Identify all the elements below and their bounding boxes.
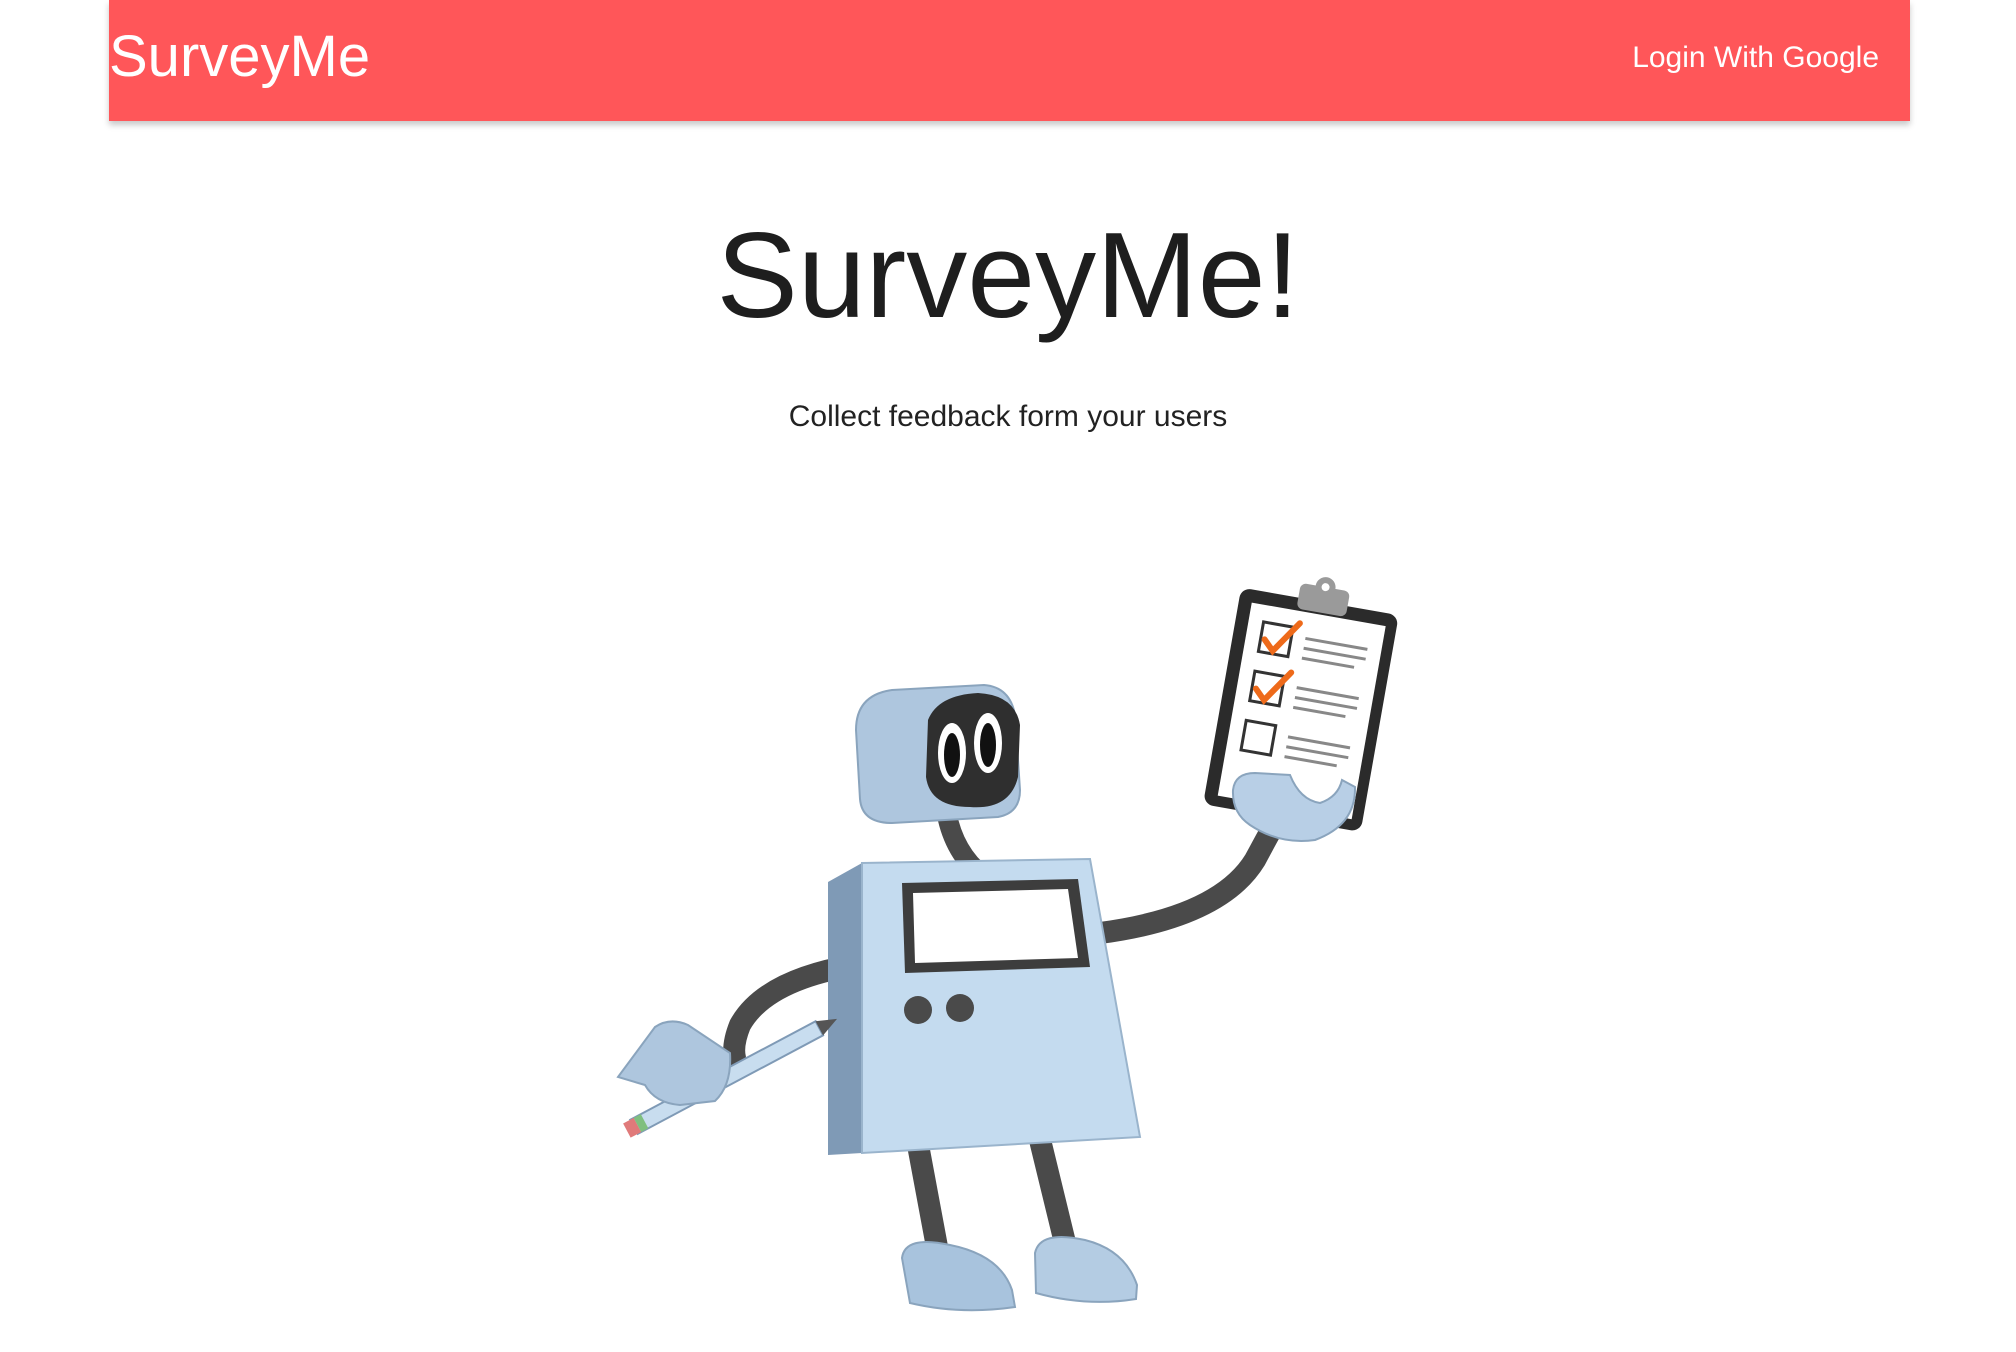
top-navbar: SurveyMe Login With Google [109,0,1910,121]
robot-right-pupil [980,723,996,767]
robot-chest-button [904,996,932,1024]
page: SurveyMe Login With Google SurveyMe! Col… [0,0,2016,1352]
robot-right-foot [1033,1236,1139,1303]
login-with-google-link[interactable]: Login With Google [1632,38,1879,78]
robot-chest-screen [913,889,1078,963]
brand-logo-link[interactable]: SurveyMe [109,22,370,92]
robot-left-pupil [944,733,960,777]
hero-title: SurveyMe! [716,207,1300,343]
robot-left-hand [616,1020,732,1107]
hero-subtitle: Collect feedback form your users [788,400,1228,433]
robot-with-clipboard-illustration [616,577,1398,1312]
robot-body-side [828,863,862,1155]
robot-left-foot [900,1241,1017,1312]
robot-chest-button [946,994,974,1022]
